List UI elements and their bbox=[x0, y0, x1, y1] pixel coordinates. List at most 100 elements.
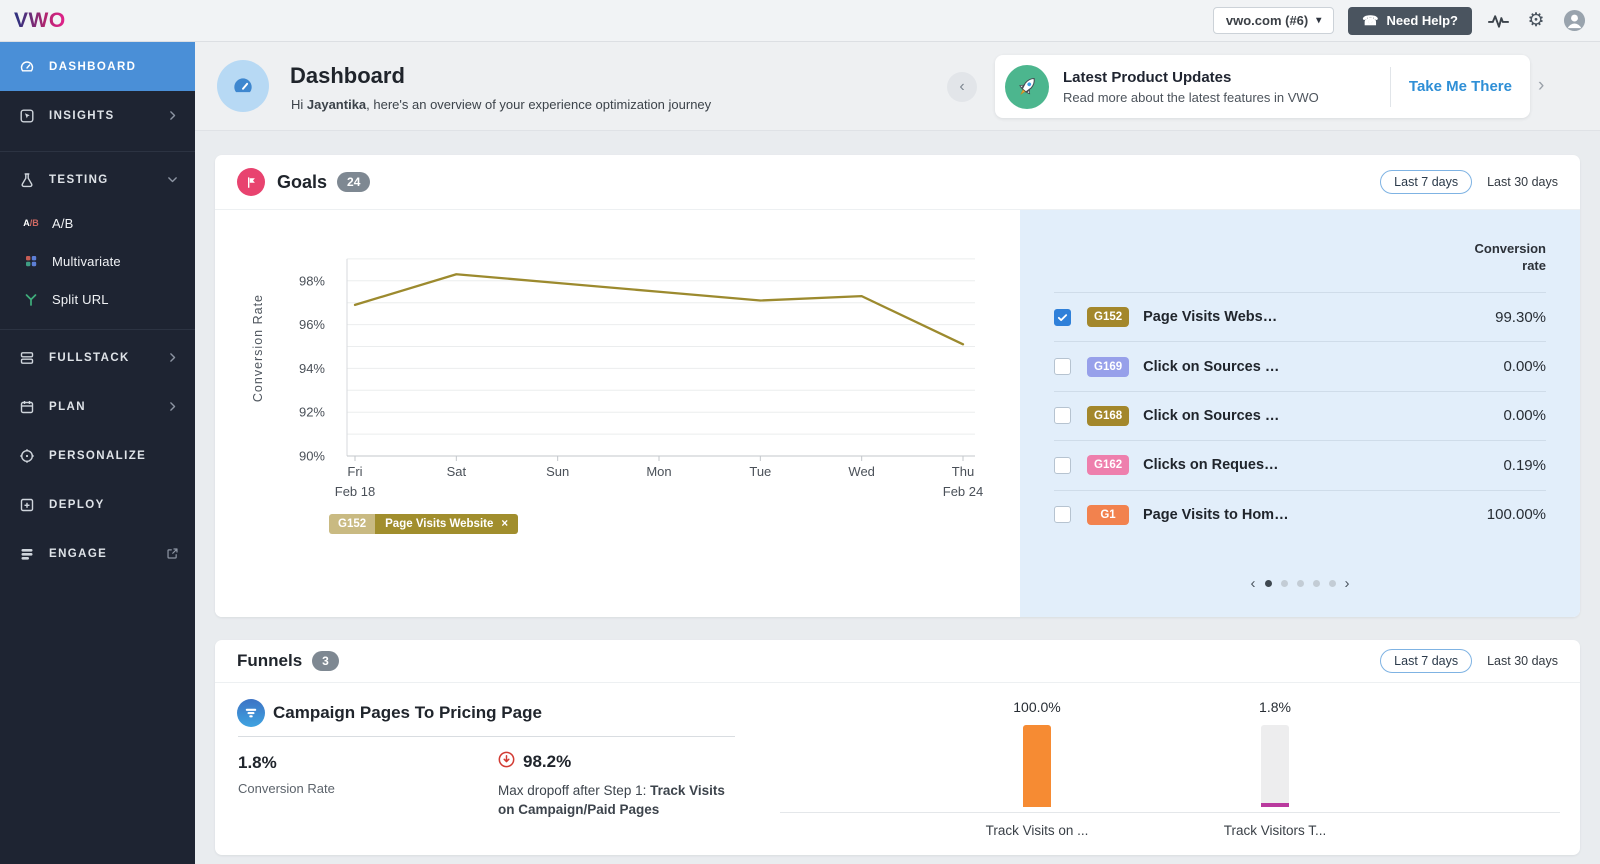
personalize-icon bbox=[18, 447, 36, 465]
page-title: Dashboard bbox=[290, 63, 405, 88]
insights-icon bbox=[18, 107, 36, 125]
goal-row[interactable]: G168 Click on Sources … 0.00% bbox=[1054, 390, 1546, 440]
top-bar: VWO vwo.com (#6) ▾ ☎ Need Help? ⚙ bbox=[0, 0, 1600, 42]
banner-next-button[interactable]: › bbox=[1538, 75, 1544, 97]
sidebar-item-label: TESTING bbox=[49, 173, 109, 186]
goals-list-panel: Conversion rate G152 Page Visits Webs… 99.… bbox=[1020, 210, 1580, 617]
funnel-step: 1.8% Track Visitors T... bbox=[1220, 699, 1330, 838]
funnel-bar bbox=[1023, 725, 1051, 807]
goal-id-badge: G162 bbox=[1087, 455, 1130, 476]
sidebar-item-a-b[interactable]: A/B A/B bbox=[0, 204, 195, 242]
sidebar-item-label: PLAN bbox=[49, 400, 86, 413]
goal-conversion-rate: 100.00% bbox=[1486, 506, 1546, 524]
sidebar-item-deploy[interactable]: DEPLOY bbox=[0, 480, 195, 529]
goal-checkbox[interactable] bbox=[1054, 506, 1071, 524]
gear-icon[interactable]: ⚙ bbox=[1524, 9, 1548, 33]
funnel-step: 100.0% Track Visits on ... bbox=[982, 699, 1092, 838]
sidebar-item-label: Multivariate bbox=[52, 253, 121, 269]
svg-text:94%: 94% bbox=[299, 361, 325, 376]
chevron-down-icon bbox=[166, 173, 179, 186]
activity-pulse-icon[interactable] bbox=[1486, 9, 1510, 33]
sidebar-item-label: PERSONALIZE bbox=[49, 449, 147, 462]
goals-flag-icon bbox=[237, 168, 265, 196]
account-selector[interactable]: vwo.com (#6) ▾ bbox=[1212, 7, 1335, 34]
goal-row[interactable]: G162 Clicks on Reques… 0.19% bbox=[1054, 440, 1546, 489]
svg-text:Feb 18: Feb 18 bbox=[335, 484, 375, 499]
goal-label: Click on Sources … bbox=[1143, 407, 1280, 424]
goal-id-badge: G1 bbox=[1087, 504, 1129, 525]
goal-checkbox[interactable] bbox=[1054, 456, 1071, 474]
goal-id-badge: G168 bbox=[1087, 405, 1130, 426]
goal-checkbox-checked[interactable] bbox=[1054, 308, 1071, 326]
sidebar-item-label: DASHBOARD bbox=[49, 60, 137, 73]
sidebar-item-plan[interactable]: PLAN bbox=[0, 382, 195, 431]
pagination-prev-icon[interactable]: ‹ bbox=[1251, 576, 1256, 591]
goal-label: Page Visits to Hom… bbox=[1143, 506, 1289, 523]
goals-title: Goals bbox=[277, 171, 328, 192]
pagination-dot[interactable] bbox=[1328, 580, 1336, 587]
goal-label: Page Visits Webs… bbox=[1143, 309, 1278, 326]
funnel-name[interactable]: Campaign Pages To Pricing Page bbox=[273, 703, 542, 723]
funnel-divider bbox=[238, 736, 735, 737]
multivariate-icon bbox=[22, 252, 40, 270]
sidebar-item-label: ENGAGE bbox=[49, 547, 108, 560]
engage-icon bbox=[18, 545, 36, 563]
sidebar-item-engage[interactable]: ENGAGE bbox=[0, 529, 195, 578]
goal-row[interactable]: G152 Page Visits Webs… 99.30% bbox=[1054, 292, 1546, 341]
avatar-icon[interactable] bbox=[1562, 9, 1586, 33]
remove-series-icon[interactable]: × bbox=[501, 518, 508, 530]
phone-icon: ☎ bbox=[1362, 12, 1379, 28]
banner-divider bbox=[1389, 66, 1391, 107]
product-updates-banner: Latest Product Updates Read more about t… bbox=[995, 55, 1530, 118]
funnel-step-value: 1.8% bbox=[1259, 699, 1291, 715]
sidebar-item-personalize[interactable]: PERSONALIZE bbox=[0, 431, 195, 480]
sidebar-item-insights[interactable]: INSIGHTS bbox=[0, 91, 195, 140]
pagination-dot[interactable] bbox=[1280, 580, 1288, 587]
goal-row[interactable]: G169 Click on Sources … 0.00% bbox=[1054, 341, 1546, 390]
ab-icon: A/B bbox=[23, 217, 39, 228]
funnels-last-30-days-button[interactable]: Last 30 days bbox=[1487, 654, 1558, 668]
chevron-right-icon: › bbox=[1538, 75, 1545, 96]
svg-text:Thu: Thu bbox=[952, 464, 974, 479]
greeting-text: Hi Jayantika, here's an overview of your… bbox=[291, 97, 712, 112]
pagination-next-icon[interactable]: › bbox=[1345, 576, 1350, 591]
sidebar-item-testing[interactable]: TESTING bbox=[0, 155, 195, 204]
funnels-title: Funnels bbox=[237, 651, 303, 670]
conversion-rate-column-header: Conversion rate bbox=[1474, 241, 1546, 273]
svg-text:92%: 92% bbox=[299, 405, 325, 420]
external-link-icon bbox=[166, 547, 179, 560]
pagination-dot[interactable] bbox=[1312, 580, 1320, 587]
series-name: Page Visits Website bbox=[385, 518, 494, 530]
vwo-logo: VWO bbox=[14, 8, 66, 32]
pagination-dot[interactable] bbox=[1296, 580, 1304, 587]
page-header: Dashboard Hi Jayantika, here's an overvi… bbox=[195, 42, 1600, 131]
banner-prev-button[interactable]: ‹ bbox=[947, 72, 977, 102]
account-selector-label: vwo.com (#6) bbox=[1225, 13, 1309, 28]
funnel-icon bbox=[237, 699, 265, 727]
need-help-button[interactable]: ☎ Need Help? bbox=[1348, 6, 1472, 35]
chevron-right-icon bbox=[166, 400, 179, 413]
goal-id-badge: G169 bbox=[1087, 356, 1130, 377]
sidebar-item-split-url[interactable]: Split URL bbox=[0, 280, 195, 318]
funnel-step-label: Track Visitors T... bbox=[1223, 823, 1327, 838]
vwo-app: VWO vwo.com (#6) ▾ ☎ Need Help? ⚙ DASHBO… bbox=[0, 0, 1600, 864]
banner-title: Latest Product Updates bbox=[1063, 68, 1232, 86]
pagination-dot-active[interactable] bbox=[1264, 580, 1272, 587]
sidebar-item-fullstack[interactable]: FULLSTACK bbox=[0, 333, 195, 382]
sidebar-item-multivariate[interactable]: Multivariate bbox=[0, 242, 195, 280]
goal-checkbox[interactable] bbox=[1054, 358, 1071, 376]
goals-last-30-days-button[interactable]: Last 30 days bbox=[1487, 175, 1558, 189]
sidebar: DASHBOARD INSIGHTS TESTING A/B A/B Multivaria… bbox=[0, 42, 195, 864]
funnels-last-7-days-button[interactable]: Last 7 days bbox=[1380, 649, 1473, 673]
take-me-there-link[interactable]: Take Me There bbox=[1409, 78, 1512, 95]
svg-text:Sun: Sun bbox=[546, 464, 569, 479]
goals-count-badge: 24 bbox=[337, 172, 371, 192]
series-id-chip: G152 bbox=[329, 514, 376, 534]
goal-row[interactable]: G1 Page Visits to Hom… 100.00% bbox=[1054, 489, 1546, 539]
svg-text:98%: 98% bbox=[299, 273, 325, 288]
goals-last-7-days-button[interactable]: Last 7 days bbox=[1380, 170, 1473, 194]
goals-pagination: ‹ › bbox=[1020, 576, 1580, 591]
sidebar-item-dashboard[interactable]: DASHBOARD bbox=[0, 42, 195, 91]
goal-checkbox[interactable] bbox=[1054, 407, 1071, 425]
funnel-conversion-value: 1.8% bbox=[238, 753, 277, 772]
